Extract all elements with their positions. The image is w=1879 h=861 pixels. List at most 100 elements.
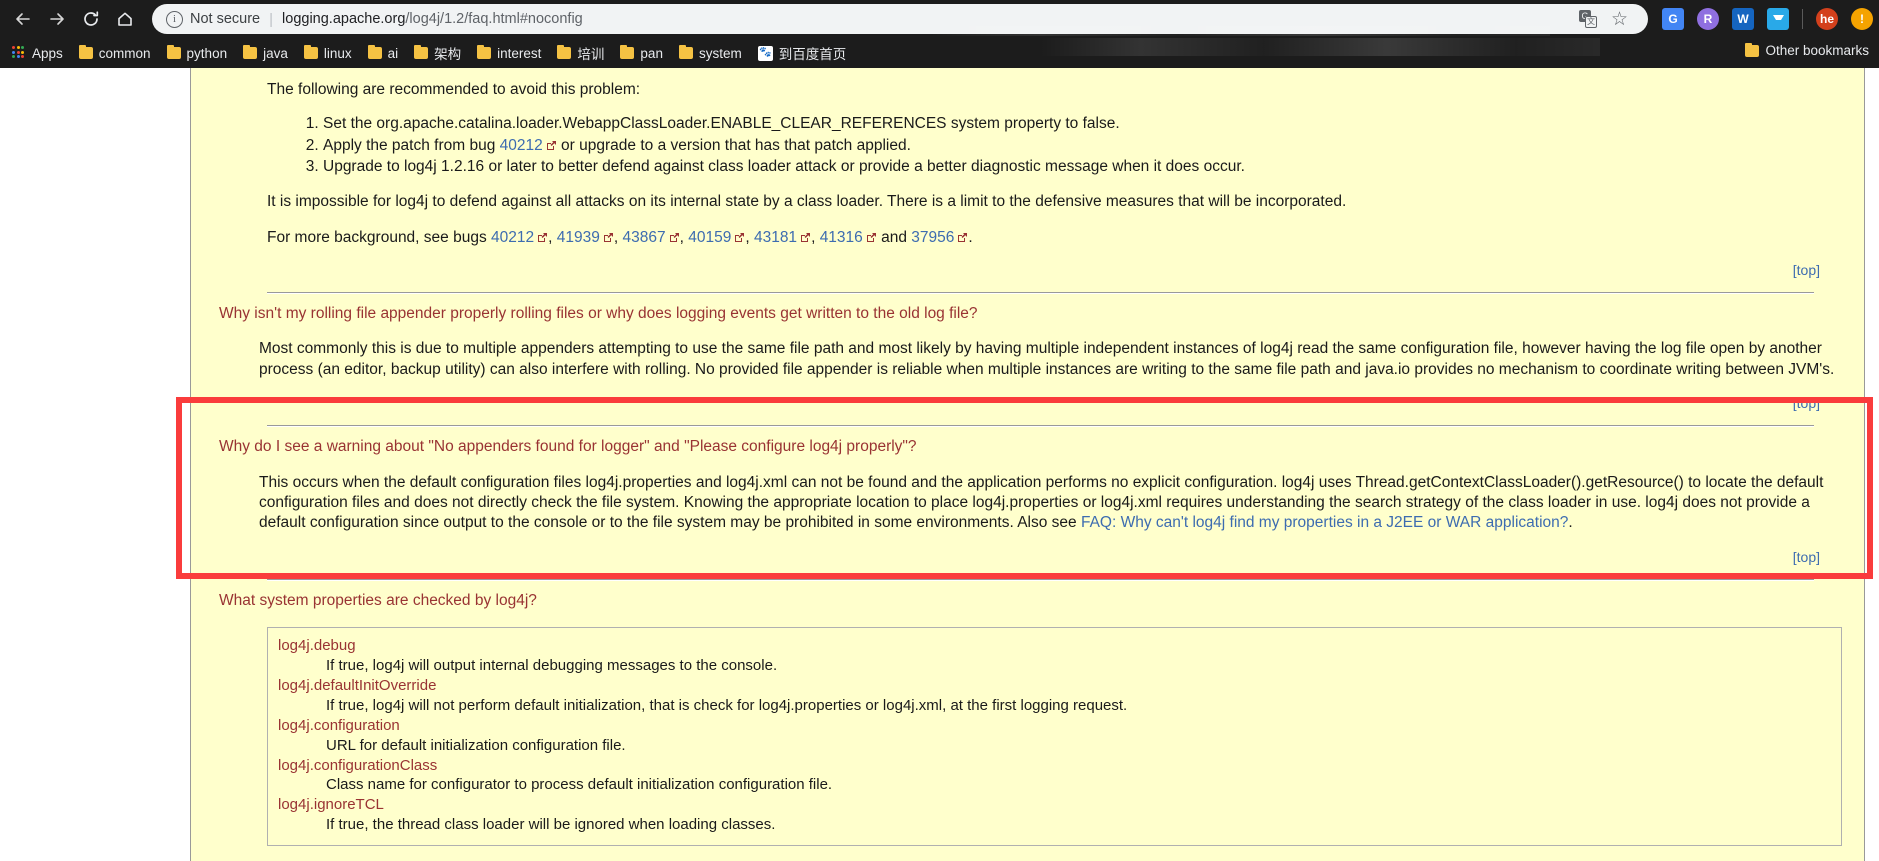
faq-noconfig-answer-text: This occurs when the default configurati… [259,473,1824,532]
bookmark-label: ai [387,45,399,61]
property-name: log4j.configuration [278,716,400,734]
bookmark-folder-linux[interactable]: linux [296,43,360,64]
faq-document: The following are recommended to avoid t… [190,68,1865,861]
bookmark-folder-python[interactable]: python [159,43,236,64]
google-translate-extension-icon[interactable]: G [1662,8,1684,30]
site-info-icon[interactable]: i [166,10,183,28]
external-link-icon [546,140,557,151]
url-host: logging.apache.org [282,11,406,27]
browser-toolbar: i Not secure | logging.apache.org/log4j/… [0,0,1879,38]
alert-extension-icon[interactable]: ! [1851,8,1873,30]
bug-link-37956[interactable]: 37956 [911,229,954,246]
list-item-text: Set the org.apache.catalina.loader.Webap… [323,115,1120,133]
bookmark-label: java [263,45,288,61]
top-link-1[interactable]: [top] [219,262,1842,278]
bookmark-folder-common[interactable]: common [71,43,159,64]
bug-link-41939[interactable]: 41939 [557,229,600,246]
top-link-label[interactable]: [top] [1793,262,1820,278]
bookmark-label: interest [497,45,542,61]
top-link-3[interactable]: [top] [219,549,1842,565]
bookmark-folder-java[interactable]: java [235,43,296,64]
folder-icon [303,45,318,59]
bookmark-label: python [186,45,228,61]
bookmark-label: pan [640,45,663,61]
list-item-text-after: or upgrade to a version that has that pa… [556,136,911,154]
bookmark-folder-interest[interactable]: interest [469,43,549,64]
w-extension-icon[interactable]: W [1732,8,1754,30]
faq-rolling-question[interactable]: Why isn't my rolling file appender prope… [219,304,1842,324]
other-bookmarks-button[interactable]: Other bookmarks [1737,40,1877,61]
property-description: If true, log4j will output internal debu… [326,656,778,674]
bookmark-folder-jiagou[interactable]: 架构 [406,40,469,66]
bookmark-label: common [98,45,151,61]
bug-link-40159[interactable]: 40159 [688,229,731,246]
omnibox-divider: | [269,10,274,28]
bug-link-41316[interactable]: 41316 [820,229,863,246]
bookmark-folder-ai[interactable]: ai [360,43,407,64]
bookmark-label: system [698,45,742,61]
baidu-glyph: 🐾 [758,47,772,58]
folder-icon [477,45,492,59]
section-divider [267,578,1814,581]
apps-grid-icon [12,46,26,60]
bookmark-label: 架构 [434,47,462,62]
bookmark-folder-system[interactable]: system [671,43,750,64]
system-properties-block: log4j.debug If true, log4j will output i… [267,626,1842,847]
background-prefix: For more background, see bugs [267,228,492,246]
faq-noconfig-answer-period: . [1568,514,1573,532]
bug-link-43867[interactable]: 43867 [622,229,665,246]
list-item-text: Apply the patch from bug [323,136,500,154]
folder-icon [78,45,93,59]
bookmark-folder-pan[interactable]: pan [612,43,671,64]
url-input[interactable]: logging.apache.org/log4j/1.2/faq.html#no… [282,11,1569,27]
back-arrow-icon[interactable] [6,2,40,36]
background-suffix: . [968,228,973,246]
external-link-icon [866,232,877,243]
top-link-2[interactable]: [top] [219,395,1842,411]
folder-icon [678,45,693,59]
conjunction: and [876,228,912,246]
top-link-label[interactable]: [top] [1793,395,1820,411]
folder-icon [414,45,429,59]
list-item: Upgrade to log4j 1.2.16 or later to bett… [323,157,1842,177]
bookmark-baidu[interactable]: 🐾 到百度首页 [750,40,855,66]
reload-icon[interactable] [74,2,108,36]
bug-link-43181[interactable]: 43181 [754,229,797,246]
faq-noconfig-question[interactable]: Why do I see a warning about "No appende… [219,437,1842,457]
section-divider [267,291,1814,294]
comma: , [745,228,754,246]
bookmark-folder-peixun[interactable]: 培训 [549,40,612,66]
forward-arrow-icon[interactable] [40,2,74,36]
translate-icon[interactable]: G 文 [1578,10,1597,28]
pocket-extension-icon[interactable] [1767,8,1789,30]
bug-link-40212[interactable]: 40212 [491,229,534,246]
bookmark-star-icon[interactable]: ☆ [1611,10,1628,29]
top-link-label[interactable]: [top] [1793,549,1820,565]
browser-chrome: i Not secure | logging.apache.org/log4j/… [0,0,1879,68]
r-extension-icon[interactable]: R [1697,8,1719,30]
translate-icon-target: 文 [1584,16,1597,28]
page-viewport[interactable]: The following are recommended to avoid t… [0,68,1879,861]
folder-icon [1745,42,1760,57]
profile-avatar[interactable]: he [1816,8,1838,30]
property-description: URL for default initialization configura… [326,736,626,754]
extensions-area: G R W he ! [1656,8,1873,30]
property-name: log4j.debug [278,636,356,654]
bug-link-40212[interactable]: 40212 [500,137,543,154]
home-icon[interactable] [108,2,142,36]
profile-avatar-label: he [1819,12,1834,26]
other-bookmarks-label: Other bookmarks [1765,43,1869,58]
folder-icon [166,45,181,59]
faq-rolling-answer: Most commonly this is due to multiple ap… [259,340,1835,378]
address-bar[interactable]: i Not secure | logging.apache.org/log4j/… [152,4,1648,34]
bookmark-label: linux [323,45,352,61]
external-link-icon [537,232,548,243]
pocket-glyph [1772,15,1784,20]
faq-j2ee-war-link[interactable]: FAQ: Why can't log4j find my properties … [1081,514,1568,531]
comma: , [548,228,557,246]
external-link-icon [734,232,745,243]
bookmark-apps[interactable]: Apps [4,43,71,64]
faq-sysprops-question[interactable]: What system properties are checked by lo… [219,591,1842,611]
toolbar-divider [1802,9,1803,29]
external-link-icon [603,232,614,243]
